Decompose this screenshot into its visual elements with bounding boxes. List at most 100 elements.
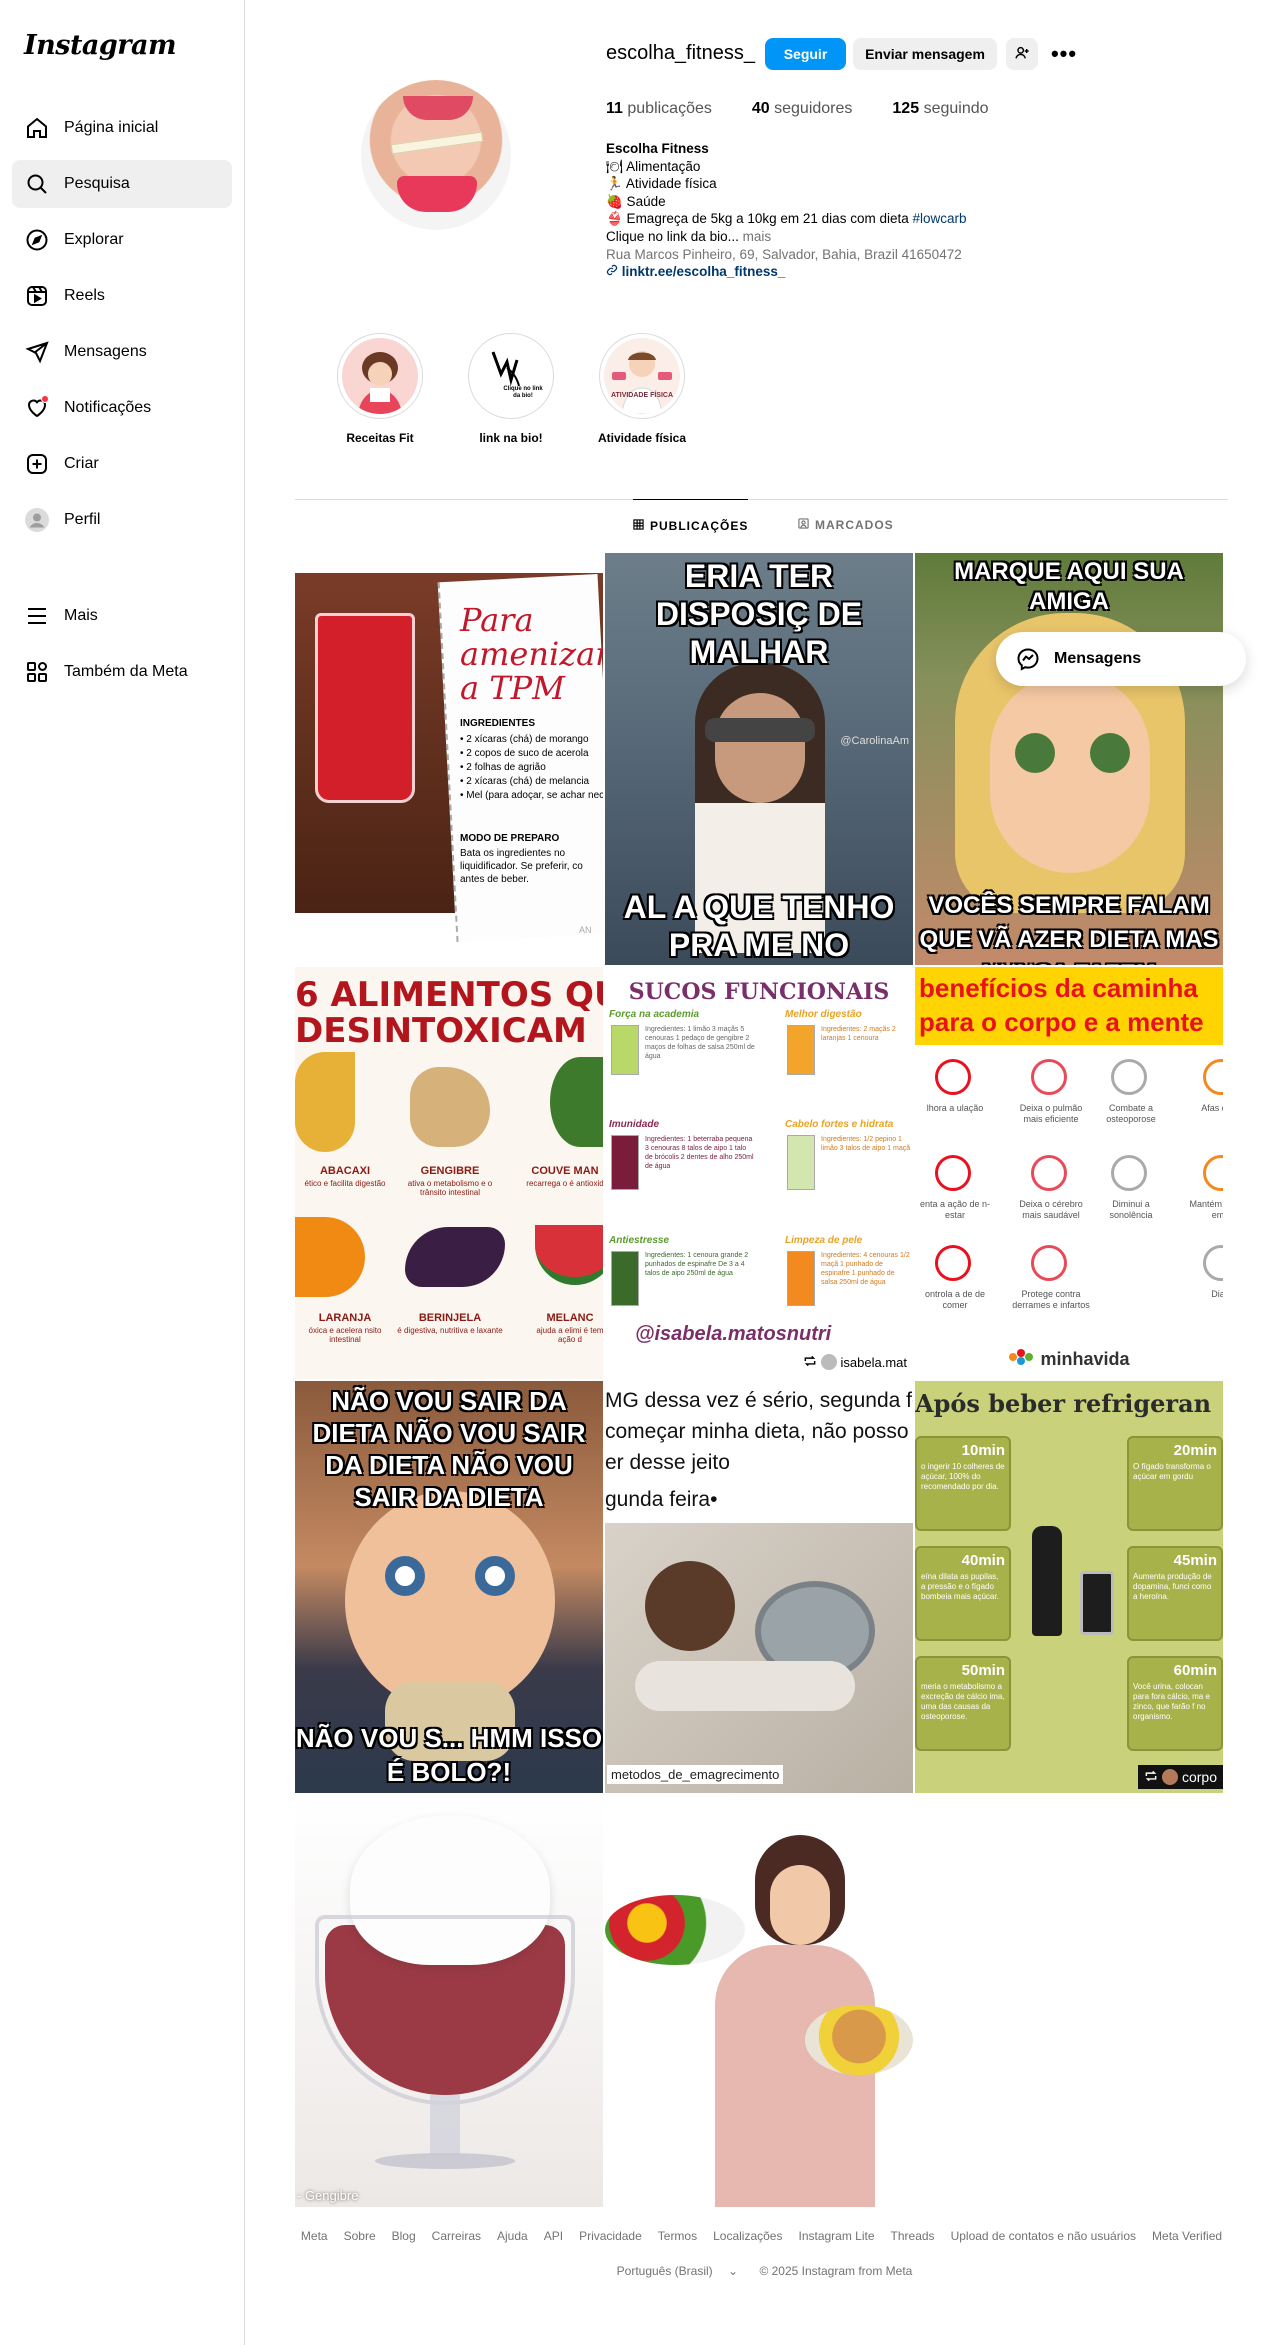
followers-stat[interactable]: 40 seguidores xyxy=(752,100,853,118)
sidebar-item-more[interactable]: Mais xyxy=(12,592,232,640)
sidebar-item-reels[interactable]: Reels xyxy=(12,272,232,320)
footer-link[interactable]: Meta xyxy=(301,2229,328,2243)
bio-more-link[interactable]: mais xyxy=(739,229,772,244)
highlight-atividade-fisica[interactable]: ATIVIDADE FÍSICA Atividade física xyxy=(597,333,687,445)
sidebar-item-messages[interactable]: Mensagens xyxy=(12,328,232,376)
language-selector[interactable]: Português (Brasil) ⌄ xyxy=(611,2264,744,2278)
post-tile-3[interactable]: MARQUE AQUI SUA AMIGA VOCÊS SEMPRE FALAM… xyxy=(915,553,1223,965)
footer-link[interactable]: Ajuda xyxy=(497,2229,528,2243)
sidebar-item-home[interactable]: Página inicial xyxy=(12,104,232,152)
repost-avatar xyxy=(1161,1769,1178,1785)
post-tile-7[interactable]: NÃO VOU SAIR DA DIETA NÃO VOU SAIR DA DI… xyxy=(295,1381,603,1793)
posts-count: 11 xyxy=(606,100,623,117)
post-tile-6[interactable]: benefícios da caminha para o corpo e a m… xyxy=(915,967,1223,1379)
timeline-desc: o ingerir 10 colheres de açúcar, 100% do… xyxy=(921,1462,1005,1491)
benefit-icon xyxy=(1031,1245,1067,1281)
footer-link[interactable]: Threads xyxy=(891,2229,935,2243)
post-tile-2[interactable]: ERIA TER DISPOSIÇ DE MALHAR AL A QUE TEN… xyxy=(605,553,913,965)
posts-stat: 11 publicações xyxy=(606,100,712,118)
post-tile-9[interactable]: Após beber refrigeran 10min o ingerir 10 … xyxy=(915,1381,1223,1793)
menu-icon xyxy=(24,603,50,629)
footer-link[interactable]: Termos xyxy=(658,2229,697,2243)
glass-stem xyxy=(430,2095,460,2155)
bio-text: Clique no link da bio... xyxy=(606,228,739,244)
instagram-logo[interactable]: Instagram xyxy=(24,30,177,61)
post-text-line: começar minha dieta, não posso xyxy=(605,1420,909,1443)
footer-link[interactable]: Upload de contatos e não usuários xyxy=(951,2229,1136,2243)
avatar-art xyxy=(403,96,473,120)
post-image xyxy=(1015,733,1055,773)
hashtag-link[interactable]: #lowcarb xyxy=(912,211,966,226)
grid-squares-icon xyxy=(24,659,50,685)
highlight-cover-text: ATIVIDADE FÍSICA xyxy=(610,392,674,399)
sidebar-item-create[interactable]: Criar xyxy=(12,440,232,488)
footer-link[interactable]: Instagram Lite xyxy=(798,2229,874,2243)
sidebar-item-search[interactable]: Pesquisa xyxy=(12,160,232,208)
link-icon xyxy=(606,264,622,279)
kale-image xyxy=(550,1057,603,1147)
post-tile-1[interactable]: Para amenizar a TPM INGREDIENTES • 2 xíc… xyxy=(295,553,603,965)
timeline-desc: Você urina, colocan para fora cálcio, ma… xyxy=(1133,1682,1210,1721)
bio-link[interactable]: linktr.ee/escolha_fitness_ xyxy=(606,263,1026,281)
benefit-label: Combate a osteoporose xyxy=(1106,1103,1156,1124)
sidebar-item-notifications[interactable]: Notificações xyxy=(12,384,232,432)
footer-link[interactable]: Meta Verified xyxy=(1152,2229,1222,2243)
benefit-icon xyxy=(1203,1245,1223,1281)
meme-top-text: MARQUE AQUI SUA AMIGA xyxy=(954,558,1184,615)
section-title: Melhor digestão xyxy=(785,1009,862,1020)
sidebar-item-label: Explorar xyxy=(64,231,124,248)
post-tile-10[interactable]: - Gengibre xyxy=(295,1795,603,2207)
footer-link[interactable]: API xyxy=(544,2229,563,2243)
tab-posts[interactable]: PUBLICAÇÕES xyxy=(633,499,749,551)
highlight-receitas-fit[interactable]: Receitas Fit xyxy=(335,333,425,445)
footer-link[interactable]: Localizações xyxy=(713,2229,782,2243)
timeline-time: 50min xyxy=(961,1662,1005,1679)
create-icon xyxy=(24,451,50,477)
food-name: MELANC xyxy=(546,1312,594,1324)
highlight-link-na-bio[interactable]: Clique no link da bio! link na bio! xyxy=(466,333,556,445)
post-tile-11[interactable] xyxy=(605,1795,913,2207)
bio-address[interactable]: Rua Marcos Pinheiro, 69, Salvador, Bahia… xyxy=(606,246,1026,264)
follow-button[interactable]: Seguir xyxy=(765,38,846,70)
post-image xyxy=(345,1491,555,1711)
watermark: @CarolinaAm xyxy=(840,735,909,747)
timeline-box: 60min Você urina, colocan para fora cálci… xyxy=(1127,1656,1223,1751)
messages-floating-button[interactable]: Mensagens xyxy=(996,632,1246,686)
post-tile-8[interactable]: MG dessa vez é sério, segunda fei começa… xyxy=(605,1381,913,1793)
post-tile-4[interactable]: 6 ALIMENTOS QUE DESINTOXICAM ABACAXI éti… xyxy=(295,967,603,1379)
post-text-line: MG dessa vez é sério, segunda fei xyxy=(605,1389,913,1412)
benefit-label: Mantém em equi emag xyxy=(1189,1199,1223,1220)
benefit-label: enta a ação de n-estar xyxy=(919,1199,991,1220)
post-image xyxy=(715,1945,875,2207)
grid-icon xyxy=(633,518,644,533)
benefit-label: Diminui a sonolência xyxy=(1109,1199,1153,1220)
post-title: SUCOS FUNCIONAIS xyxy=(628,979,890,1005)
repost-icon xyxy=(1144,1769,1158,1786)
home-icon xyxy=(24,115,50,141)
timeline-time: 40min xyxy=(961,1552,1005,1569)
tab-tagged[interactable]: MARCADOS xyxy=(798,499,894,551)
suggest-user-button[interactable] xyxy=(1006,38,1038,70)
sidebar-item-meta[interactable]: Também da Meta xyxy=(12,648,232,696)
footer-links: Meta Sobre Blog Carreiras Ajuda API Privacidad… xyxy=(295,2229,1228,2243)
sidebar-item-explore[interactable]: Explorar xyxy=(12,216,232,264)
sidebar-item-label: Reels xyxy=(64,287,105,304)
sidebar-item-label: Perfil xyxy=(64,511,101,528)
sidebar-item-profile[interactable]: Perfil xyxy=(12,496,232,544)
options-button[interactable]: ••• xyxy=(1050,40,1078,68)
footer-link[interactable]: Privacidade xyxy=(579,2229,642,2243)
following-label: seguindo xyxy=(923,100,989,117)
footer-link[interactable]: Sobre xyxy=(344,2229,376,2243)
send-message-button[interactable]: Enviar mensagem xyxy=(853,38,997,70)
post-text: MG dessa vez é sério, segunda fei começa… xyxy=(605,1385,913,1515)
search-icon xyxy=(24,171,50,197)
meme-bottom-text: VOCÊS SEMPRE FALAM QUE VÃ AZER DIETA MAS… xyxy=(919,892,1219,965)
footer-link[interactable]: Blog xyxy=(392,2229,416,2243)
following-stat[interactable]: 125 seguindo xyxy=(892,100,988,118)
footer-link[interactable]: Carreiras xyxy=(432,2229,481,2243)
post-tile-5[interactable]: SUCOS FUNCIONAIS Força na academia Ingre… xyxy=(605,967,913,1379)
section-ingredients: Ingredientes: 1 limão 3 maçãs 5 cenouras… xyxy=(645,1026,755,1060)
followers-count: 40 xyxy=(751,100,770,117)
bio-text: 👙 Emagreça de 5kg a 10kg em 21 dias com … xyxy=(606,211,913,227)
profile-avatar-large[interactable] xyxy=(361,80,511,230)
